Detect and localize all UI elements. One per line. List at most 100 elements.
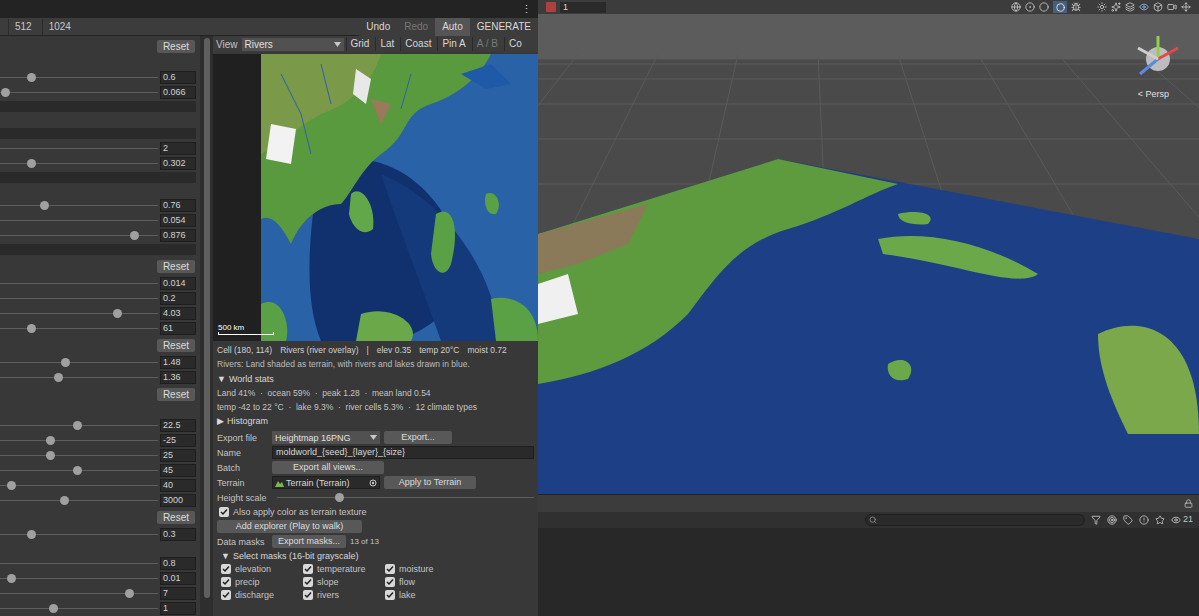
slider-track[interactable] [0,571,158,586]
section-field[interactable] [0,101,196,112]
toolbar-action[interactable]: Auto [435,18,470,36]
value-field[interactable]: 1.36 [160,371,196,384]
slider-track[interactable] [0,276,158,291]
scene-layer-icon[interactable] [546,2,556,12]
resolution-tab[interactable]: 1024 [42,19,77,35]
section-field[interactable] [0,244,196,255]
value-field[interactable]: 1 [160,602,196,615]
slider-thumb[interactable] [61,358,70,367]
slider-thumb[interactable] [54,373,63,382]
slider-thumb[interactable] [130,231,139,240]
view-dropdown[interactable]: Rivers [242,38,344,51]
slider-thumb[interactable] [27,73,36,82]
value-field[interactable]: 25 [160,449,196,462]
value-field[interactable]: 7 [160,587,196,600]
slider-thumb[interactable] [113,309,122,318]
value-field[interactable]: 0.014 [160,277,196,290]
slider-track[interactable] [0,213,158,228]
projection-toggle[interactable]: < Persp [1138,88,1169,102]
section-field[interactable] [0,128,196,139]
value-field[interactable]: 0.054 [160,214,196,227]
world-stats-foldout[interactable]: ▼World stats [217,373,534,385]
object-picker-icon[interactable] [369,479,377,487]
mask-checkbox-row[interactable]: lake [385,588,467,601]
slider-track[interactable] [0,321,158,336]
value-field[interactable]: 1.48 [160,356,196,369]
slider-track[interactable] [0,291,158,306]
effects-icon[interactable] [1111,2,1121,12]
toolbar-action[interactable]: Undo [359,18,397,36]
select-masks-foldout[interactable]: ▼Select masks (16-bit grayscale) [217,549,534,562]
parameters-scrollbar[interactable] [200,36,213,616]
slider-track[interactable] [0,601,158,616]
apply-color-row[interactable]: Also apply color as terrain texture [217,505,534,519]
mask-checkbox[interactable] [303,590,313,600]
mask-checkbox-row[interactable]: discharge [221,588,303,601]
slider-track[interactable] [0,198,158,213]
world-map[interactable] [261,54,538,341]
name-field[interactable]: moldworld_{seed}_{layer}_{size} [272,446,534,459]
slider-track[interactable] [0,586,158,601]
value-field[interactable]: 3000 [160,494,196,507]
value-field[interactable]: 2 [160,142,196,155]
slider-thumb[interactable] [125,589,134,598]
label-icon[interactable] [1123,515,1133,525]
layers-icon[interactable] [1153,2,1163,12]
value-field[interactable]: 0.01 [160,572,196,585]
value-field[interactable]: 0.302 [160,157,196,170]
type-icon[interactable] [1107,515,1117,525]
slider-track[interactable] [0,493,158,508]
value-field[interactable]: 22.5 [160,419,196,432]
toolbar-action[interactable]: Redo [397,18,435,36]
value-field[interactable]: 61 [160,322,196,335]
export-masks-button[interactable]: Export masks... [272,535,346,548]
lock-icon[interactable] [1184,499,1193,508]
shading-wireframe-icon[interactable] [1011,2,1021,12]
slider-thumb[interactable] [27,324,36,333]
export-button[interactable]: Export... [384,431,452,444]
histogram-foldout[interactable]: ▶Histogram [217,415,534,427]
slider-thumb[interactable] [46,436,55,445]
value-field[interactable]: -25 [160,434,196,447]
value-field[interactable]: 0.066 [160,86,196,99]
slider-thumb[interactable] [27,530,36,539]
slider-thumb[interactable] [73,421,82,430]
slider-thumb[interactable] [335,493,344,502]
mask-checkbox[interactable] [303,564,313,574]
shading-lit-icon[interactable] [1053,1,1067,13]
apply-to-terrain-button[interactable]: Apply to Terrain [384,476,476,489]
warning-icon[interactable] [1139,515,1149,525]
slider-thumb[interactable] [1,88,10,97]
mask-checkbox[interactable] [385,590,395,600]
toolbar-action[interactable]: GENERATE [470,18,538,36]
shading-solid-icon[interactable] [1039,2,1049,12]
overlays-icon[interactable] [1125,2,1135,12]
slider-thumb[interactable] [27,159,36,168]
slider-track[interactable] [0,156,158,171]
slider-track[interactable] [0,478,158,493]
slider-thumb[interactable] [7,574,16,583]
reset-button[interactable]: Reset [157,40,195,53]
value-field[interactable]: 45 [160,464,196,477]
search-field[interactable] [865,514,1085,526]
add-explorer-button[interactable]: Add explorer (Play to walk) [217,520,362,533]
value-field[interactable]: 0.6 [160,71,196,84]
view-toggle[interactable]: Coast [400,37,435,51]
visible-count[interactable]: 21 [1171,513,1193,527]
value-field[interactable]: 40 [160,479,196,492]
shading-shaded-icon[interactable] [1025,2,1035,12]
view-toggle[interactable]: Co [504,37,526,51]
slider-thumb[interactable] [46,451,55,460]
slider-track[interactable] [0,433,158,448]
mask-checkbox[interactable] [385,577,395,587]
view-toggle[interactable]: A / B [472,37,502,51]
slider-track[interactable] [0,306,158,321]
height-scale-slider[interactable] [277,491,534,504]
mask-checkbox-row[interactable]: precip [221,575,303,588]
slider-track[interactable] [0,355,158,370]
value-field[interactable]: 0.2 [160,292,196,305]
export-format-dropdown[interactable]: Heightmap 16PNG [272,431,380,444]
slider-track[interactable] [0,556,158,571]
reset-button[interactable]: Reset [157,339,195,352]
reset-button[interactable]: Reset [157,388,195,401]
